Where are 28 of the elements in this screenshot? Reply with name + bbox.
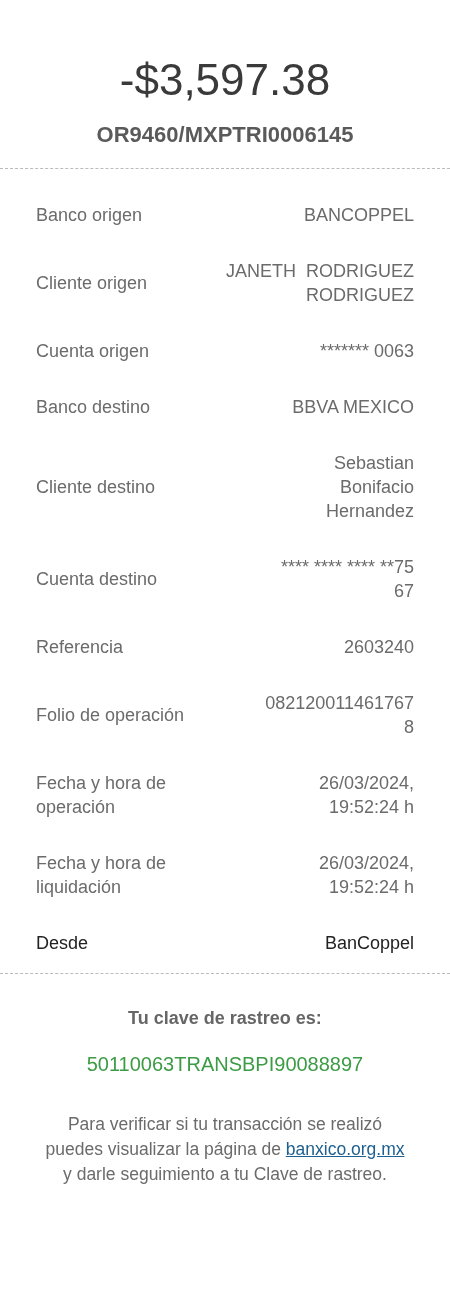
detail-label: Referencia	[36, 636, 124, 659]
detail-label: Banco origen	[36, 204, 143, 227]
detail-label: Banco destino	[36, 396, 151, 419]
detail-label: Desde	[36, 932, 89, 955]
verification-note: Para verificar si tu transacción se realizó puedes visualizar la página de banxico.org.mx y darle seguimiento a tu Clave de rastreo.	[44, 1113, 406, 1186]
banxico-link[interactable]: banxico.org.mx	[285, 1139, 405, 1159]
detail-value: BANCOPPEL	[303, 204, 414, 227]
detail-label: Cliente destino	[36, 476, 156, 499]
detail-label: Cuenta origen	[36, 340, 150, 363]
detail-value: 082120011461767 8	[265, 692, 414, 739]
detail-value: **** **** **** **75 67	[280, 556, 414, 603]
detail-value: 26/03/2024, 19:52:24 h	[318, 772, 414, 819]
detail-label: Folio de operación	[36, 704, 185, 727]
detail-value: JANETH RODRIGUEZ RODRIGUEZ	[226, 260, 414, 307]
detail-value: 2603240	[343, 636, 414, 659]
detail-value: BBVA MEXICO	[292, 396, 414, 419]
detail-value: BanCoppel	[324, 932, 414, 955]
reference-number: OR9460/MXPTRI0006145	[95, 122, 355, 148]
amount: -$3,597.38	[118, 54, 332, 106]
detail-value: ******* 0063	[319, 340, 414, 363]
detail-value: 26/03/2024, 19:52:24 h	[318, 852, 414, 899]
detail-value: Sebastian Bonifacio Hernandez	[325, 452, 414, 523]
detail-label: Fecha y hora de operación	[36, 772, 167, 819]
detail-label: Cuenta destino	[36, 568, 158, 591]
detail-label: Fecha y hora de liquidación	[36, 852, 167, 899]
tracking-code: 50110063TRANSBPI90088897	[85, 1053, 365, 1076]
detail-label: Cliente origen	[36, 272, 148, 295]
tracking-title: Tu clave de rastreo es:	[127, 1008, 323, 1029]
